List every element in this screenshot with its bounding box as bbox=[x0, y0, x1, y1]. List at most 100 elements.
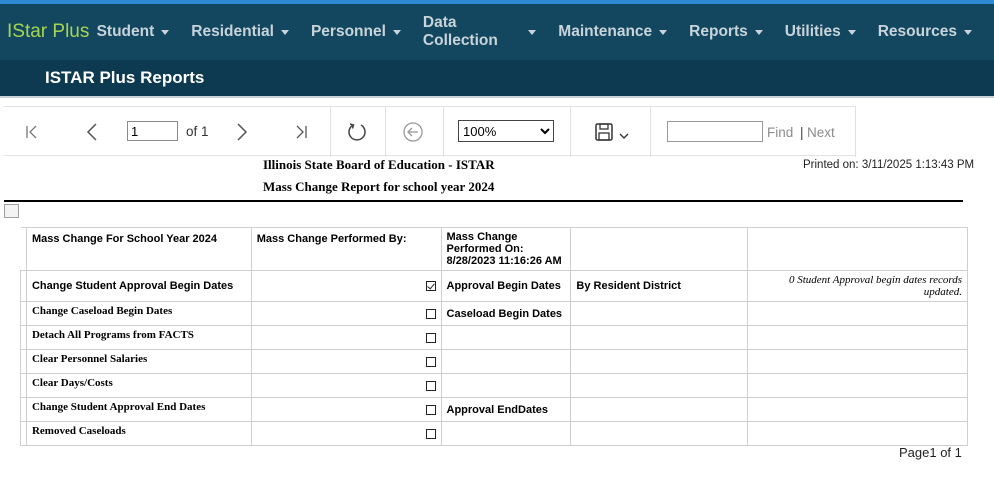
prev-page-button[interactable] bbox=[78, 107, 106, 157]
table-row: Clear Personnel Salaries bbox=[20, 349, 968, 374]
row-scope bbox=[570, 325, 749, 350]
row-label: Change Student Approval End Dates bbox=[25, 397, 252, 422]
caret-down-icon bbox=[280, 30, 289, 35]
row-target: Approval Begin Dates bbox=[440, 270, 572, 302]
nav-student[interactable]: Student bbox=[97, 23, 170, 41]
mass-change-table: Mass Change For School Year 2024 Mass Ch… bbox=[20, 227, 968, 446]
toolbar-divider bbox=[330, 107, 331, 157]
report-subtitle: Mass Change Report for school year 2024 bbox=[263, 179, 495, 194]
caret-down-icon bbox=[528, 30, 537, 35]
next-link[interactable]: Next bbox=[807, 125, 835, 140]
nav-maintenance[interactable]: Maintenance bbox=[558, 23, 668, 41]
find-link[interactable]: Find bbox=[767, 125, 793, 140]
report-title: Illinois State Board of Education - ISTA… bbox=[263, 157, 495, 172]
nav-label: Reports bbox=[689, 23, 748, 40]
row-label: Detach All Programs from FACTS bbox=[25, 325, 252, 350]
nav-reports[interactable]: Reports bbox=[689, 23, 763, 41]
checkbox-unchecked-icon bbox=[425, 332, 436, 343]
row-scope bbox=[570, 421, 749, 446]
nav-resources[interactable]: Resources bbox=[878, 23, 972, 41]
row-checkbox-cell bbox=[250, 325, 442, 350]
header-mass-change-year: Mass Change For School Year 2024 bbox=[25, 227, 252, 271]
chevron-down-icon bbox=[619, 133, 629, 139]
row-note bbox=[747, 373, 968, 398]
row-scope bbox=[570, 349, 749, 374]
page-title: ISTAR Plus Reports bbox=[45, 68, 205, 87]
first-page-button[interactable] bbox=[18, 107, 46, 157]
export-save-button[interactable] bbox=[589, 107, 635, 157]
nav-data-collection[interactable]: Data Collection bbox=[422, 14, 537, 50]
page-header: ISTAR Plus Reports bbox=[0, 60, 994, 98]
nav-label: Resources bbox=[877, 23, 957, 40]
refresh-button[interactable] bbox=[341, 107, 373, 157]
nav-personnel[interactable]: Personnel bbox=[311, 23, 401, 41]
next-page-button[interactable] bbox=[228, 107, 256, 157]
report-viewer-toolbar: of 1 100% Find | Next bbox=[4, 106, 856, 157]
back-icon bbox=[403, 122, 423, 142]
toolbar-divider bbox=[855, 107, 856, 157]
find-text-input[interactable] bbox=[667, 121, 763, 142]
nav-label: Utilities bbox=[784, 23, 841, 40]
header-performed-by: Mass Change Performed By: bbox=[250, 227, 442, 271]
zoom-select[interactable]: 100% bbox=[458, 120, 554, 142]
table-cell bbox=[570, 227, 749, 271]
checkbox-unchecked-icon bbox=[425, 404, 436, 415]
caret-down-icon bbox=[754, 30, 763, 35]
table-row: Change Student Approval Begin Dates Appr… bbox=[20, 270, 968, 302]
nav-utilities[interactable]: Utilities bbox=[785, 23, 856, 41]
nav-label: Residential bbox=[191, 23, 274, 40]
caret-down-icon bbox=[964, 30, 972, 35]
first-page-icon bbox=[26, 125, 37, 139]
row-label: Change Caseload Begin Dates bbox=[25, 301, 252, 326]
find-next-separator: | bbox=[800, 125, 804, 140]
nav-label: Personnel bbox=[310, 23, 386, 40]
prev-page-icon bbox=[86, 123, 97, 141]
row-scope bbox=[570, 301, 749, 326]
row-note bbox=[747, 301, 968, 326]
caret-down-icon bbox=[392, 30, 401, 35]
caret-down-icon bbox=[847, 30, 856, 35]
row-checkbox-cell bbox=[250, 301, 442, 326]
last-page-icon bbox=[296, 125, 307, 139]
nav-residential[interactable]: Residential bbox=[191, 23, 289, 41]
row-scope: By Resident District bbox=[570, 270, 749, 302]
table-row: Change Student Approval End Dates Approv… bbox=[20, 397, 968, 422]
row-target bbox=[440, 421, 572, 446]
page-footer: Page1 of 1 bbox=[899, 445, 962, 460]
checkbox-unchecked-icon bbox=[425, 428, 436, 439]
save-icon bbox=[595, 123, 613, 141]
brand-logo[interactable]: IStar Plus bbox=[0, 21, 97, 43]
checkbox-unchecked-icon bbox=[425, 380, 436, 391]
row-label: Removed Caseloads bbox=[25, 421, 252, 446]
table-row: Detach All Programs from FACTS bbox=[20, 325, 968, 350]
row-label: Clear Days/Costs bbox=[25, 373, 252, 398]
table-row: Clear Days/Costs bbox=[20, 373, 968, 398]
toolbar-divider bbox=[385, 107, 386, 157]
last-page-button[interactable] bbox=[287, 107, 315, 157]
row-checkbox-cell bbox=[250, 397, 442, 422]
report-body: Illinois State Board of Education - ISTA… bbox=[0, 157, 994, 486]
refresh-icon bbox=[348, 123, 366, 141]
checkbox-unchecked-icon bbox=[425, 356, 436, 367]
page-number-input[interactable] bbox=[127, 121, 178, 141]
row-label: Change Student Approval Begin Dates bbox=[25, 270, 252, 302]
checkbox-checked-icon bbox=[425, 281, 436, 292]
broken-image-icon bbox=[4, 204, 19, 218]
row-scope bbox=[570, 397, 749, 422]
table-cell bbox=[747, 227, 968, 271]
back-button[interactable] bbox=[399, 107, 427, 157]
row-checkbox-cell bbox=[250, 373, 442, 398]
row-note bbox=[747, 421, 968, 446]
caret-down-icon bbox=[659, 30, 668, 35]
table-row: Removed Caseloads bbox=[20, 421, 968, 446]
nav-label: Maintenance bbox=[558, 23, 653, 40]
row-label: Clear Personnel Salaries bbox=[25, 349, 252, 374]
nav-label: Data Collection bbox=[422, 14, 498, 49]
row-note bbox=[747, 349, 968, 374]
caret-down-icon bbox=[161, 30, 170, 35]
row-note bbox=[747, 397, 968, 422]
row-note bbox=[747, 325, 968, 350]
toolbar-divider bbox=[650, 107, 651, 157]
table-header-row: Mass Change For School Year 2024 Mass Ch… bbox=[20, 227, 968, 271]
main-navbar: IStar Plus Student Residential Personnel… bbox=[0, 4, 994, 60]
